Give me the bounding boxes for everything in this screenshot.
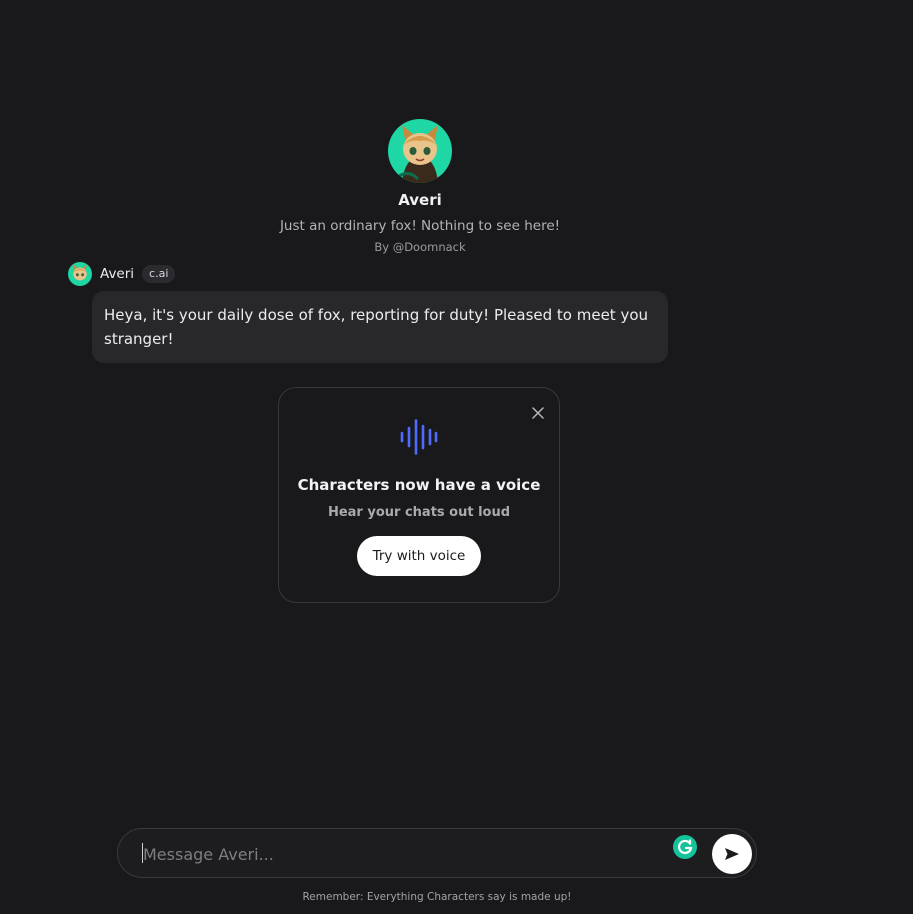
character-author-link[interactable]: By @Doomnack [374,240,465,254]
chat-page: Averi Just an ordinary fox! Nothing to s… [0,0,913,914]
close-icon[interactable] [531,405,545,419]
message-composer [117,828,757,878]
message-input[interactable] [141,841,665,867]
message-meta: Averi c.ai [68,262,176,286]
message-author-name: Averi [100,266,135,282]
sound-wave-icon [400,419,438,455]
send-button[interactable] [712,834,752,874]
voice-card-subtitle: Hear your chats out loud [327,505,511,520]
character-tagline: Just an ordinary fox! Nothing to see her… [279,218,561,234]
character-name: Averi [398,191,442,209]
message-avatar[interactable] [68,262,92,286]
message-bubble: Heya, it's your daily dose of fox, repor… [92,291,668,363]
send-arrow-icon [725,848,739,860]
voice-promo-card: Characters now have a voice Hear your ch… [278,387,560,603]
character-header: Averi Just an ordinary fox! Nothing to s… [0,119,840,254]
disclaimer-text: Remember: Everything Characters say is m… [302,891,572,903]
character-avatar[interactable] [388,119,452,183]
voice-card-title: Characters now have a voice [297,476,541,494]
cai-badge: c.ai [142,265,176,283]
text-caret [142,843,143,863]
try-with-voice-button[interactable]: Try with voice [356,536,482,576]
grammarly-icon[interactable] [672,834,698,860]
